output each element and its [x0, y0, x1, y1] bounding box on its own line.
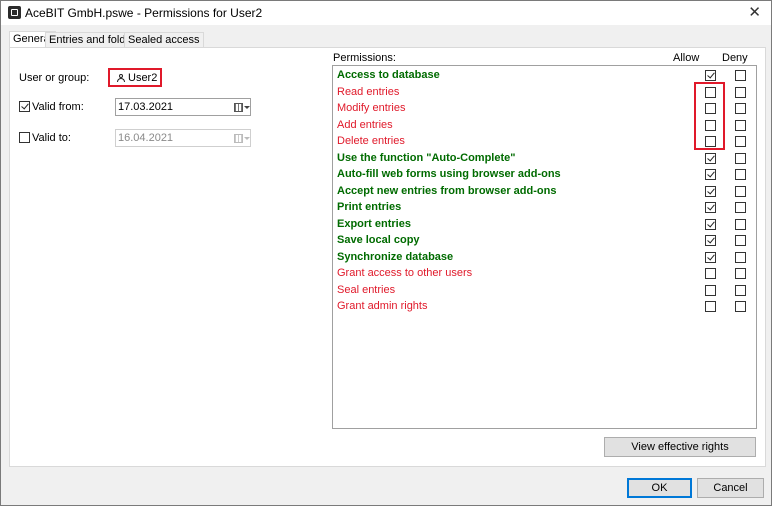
- permission-row: Save local copy: [333, 232, 756, 248]
- allow-checkbox[interactable]: [705, 218, 716, 230]
- user-or-group-label: User or group:: [19, 72, 90, 84]
- permission-label: Export entries: [337, 217, 411, 230]
- permission-label: Add entries: [337, 118, 393, 131]
- view-effective-rights-button[interactable]: View effective rights: [604, 437, 756, 457]
- permission-row: Accept new entries from browser add-ons: [333, 183, 756, 199]
- deny-checkbox[interactable]: [735, 86, 746, 98]
- allow-checkbox[interactable]: [705, 152, 716, 164]
- ok-button[interactable]: OK: [627, 478, 692, 498]
- window-title: AceBIT GmbH.pswe - Permissions for User2: [25, 6, 263, 20]
- permission-label: Synchronize database: [337, 250, 454, 263]
- permission-row: Grant admin rights: [333, 298, 756, 314]
- permission-label: Print entries: [337, 201, 402, 213]
- permission-row: Seal entries: [333, 282, 756, 298]
- allow-checkbox[interactable]: [705, 301, 716, 312]
- permission-row: Add entries: [333, 117, 756, 133]
- permission-row: Delete entries: [333, 133, 756, 149]
- deny-column-header: Deny: [722, 52, 748, 64]
- allow-column-header: Allow: [673, 52, 700, 64]
- deny-checkbox[interactable]: [735, 218, 746, 230]
- allow-checkbox[interactable]: [705, 268, 716, 279]
- deny-checkbox[interactable]: [735, 185, 746, 197]
- allow-checkbox[interactable]: [705, 202, 716, 213]
- deny-checkbox[interactable]: [735, 301, 746, 312]
- allow-checkbox[interactable]: [705, 284, 716, 296]
- allow-checkbox[interactable]: [705, 103, 716, 114]
- allow-checkbox[interactable]: [705, 169, 716, 180]
- user-or-group-value: User2: [128, 72, 158, 84]
- permission-label: Save local copy: [337, 234, 420, 246]
- permission-label: Delete entries: [337, 135, 405, 147]
- allow-checkbox[interactable]: [705, 235, 716, 246]
- tab-sealed-access[interactable]: Sealed access: [124, 32, 204, 47]
- permission-label: Seal entries: [337, 283, 396, 296]
- permission-row: Grant access to other users: [333, 265, 756, 281]
- permission-row: Access to database: [333, 67, 756, 83]
- permission-row: Modify entries: [333, 100, 756, 116]
- permission-label: Accept new entries from browser add-ons: [337, 184, 557, 197]
- deny-checkbox[interactable]: [735, 119, 746, 131]
- allow-checkbox[interactable]: [705, 119, 716, 131]
- deny-checkbox[interactable]: [735, 251, 746, 263]
- permission-row: Read entries: [333, 84, 756, 100]
- permission-label: Use the function "Auto-Complete": [337, 151, 516, 164]
- calendar-dropdown-icon[interactable]: [234, 102, 250, 113]
- allow-checkbox[interactable]: [705, 86, 716, 98]
- title-bar: AceBIT GmbH.pswe - Permissions for User2…: [1, 1, 771, 25]
- close-icon[interactable]: ✕: [748, 3, 761, 21]
- deny-checkbox[interactable]: [735, 103, 746, 114]
- deny-checkbox[interactable]: [735, 202, 746, 213]
- valid-to-date: 16.04.2021: [118, 132, 174, 144]
- valid-from-checkbox[interactable]: [19, 101, 30, 112]
- permission-row: Export entries: [333, 216, 756, 232]
- allow-checkbox[interactable]: [705, 251, 716, 263]
- permissions-header: Permissions:: [333, 52, 396, 64]
- deny-checkbox[interactable]: [735, 136, 746, 147]
- deny-checkbox[interactable]: [735, 268, 746, 279]
- deny-checkbox[interactable]: [735, 235, 746, 246]
- valid-to-label: Valid to:: [32, 132, 71, 144]
- permission-row: Use the function "Auto-Complete": [333, 150, 756, 166]
- valid-to-date-picker[interactable]: 16.04.2021: [115, 129, 251, 147]
- valid-to-checkbox[interactable]: [19, 132, 30, 143]
- allow-checkbox[interactable]: [705, 136, 716, 147]
- permission-row: Synchronize database: [333, 249, 756, 265]
- valid-from-label: Valid from:: [32, 101, 84, 113]
- app-icon: [8, 6, 21, 19]
- permission-label: Access to database: [337, 69, 440, 81]
- deny-checkbox[interactable]: [735, 169, 746, 180]
- permission-row: Print entries: [333, 199, 756, 215]
- deny-checkbox[interactable]: [735, 70, 746, 81]
- valid-from-date: 17.03.2021: [118, 101, 174, 113]
- permission-label: Grant access to other users: [337, 267, 473, 279]
- permission-label: Modify entries: [337, 102, 406, 114]
- deny-checkbox[interactable]: [735, 284, 746, 296]
- permission-label: Auto-fill web forms using browser add-on…: [337, 168, 561, 180]
- valid-from-date-picker[interactable]: 17.03.2021: [115, 98, 251, 116]
- calendar-dropdown-icon[interactable]: [234, 133, 250, 144]
- deny-checkbox[interactable]: [735, 152, 746, 164]
- permission-row: Auto-fill web forms using browser add-on…: [333, 166, 756, 182]
- permissions-list[interactable]: Access to database Read entries Modify ent…: [332, 65, 757, 429]
- user-icon: [117, 74, 125, 82]
- cancel-button[interactable]: Cancel: [697, 478, 764, 498]
- user-or-group-field[interactable]: User2: [108, 68, 162, 87]
- permission-label: Grant admin rights: [337, 300, 428, 312]
- allow-checkbox[interactable]: [705, 70, 716, 81]
- permission-label: Read entries: [337, 85, 400, 98]
- allow-checkbox[interactable]: [705, 185, 716, 197]
